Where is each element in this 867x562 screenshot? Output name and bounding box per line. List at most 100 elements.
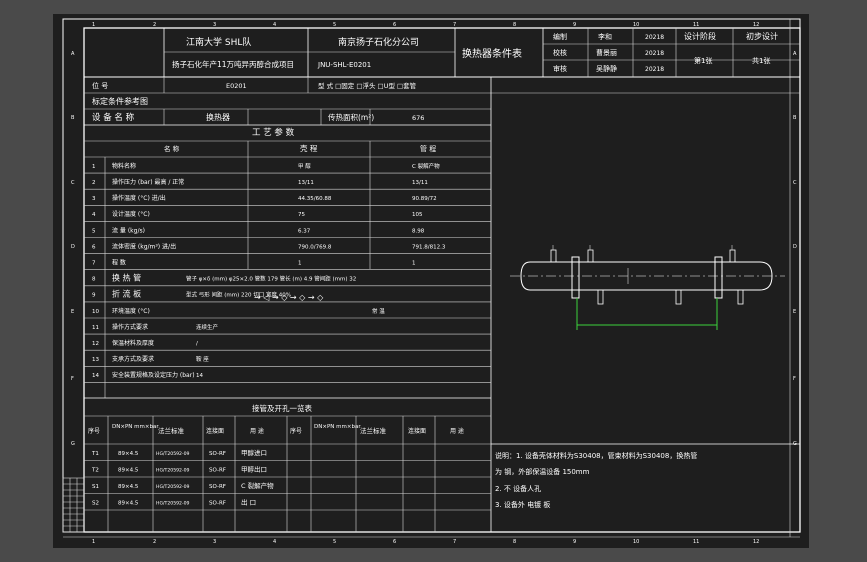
zone-number: 4	[273, 539, 276, 545]
row-number: 1	[92, 164, 96, 170]
nozzle-header: 连接面	[408, 427, 426, 435]
zone-number: 6	[393, 539, 396, 545]
zone-number: 3	[213, 22, 216, 28]
tube-side-value: 791.8/812.3	[412, 244, 446, 250]
row-number: 3	[92, 196, 96, 202]
stage-value: 初步设计	[746, 31, 778, 41]
nozzle-header: 用 途	[450, 427, 464, 435]
zone-letter: C	[71, 180, 75, 186]
tube-side-value: 105	[412, 212, 423, 218]
tube-side-value: 常 温	[372, 307, 385, 315]
zone-number: 7	[453, 539, 456, 545]
zone-number: 6	[393, 22, 396, 28]
row-number: 6	[92, 244, 96, 250]
zone-number: 5	[333, 539, 336, 545]
parameter-name: 设计温度 (°C)	[112, 210, 150, 218]
nozzle-header: 序号	[290, 427, 302, 435]
shell-side-value: 甲 醇	[298, 162, 311, 170]
nozzle-purpose: 出 口	[241, 497, 256, 506]
zone-number: 1	[92, 22, 95, 28]
parameter-name: 程 数	[112, 259, 126, 267]
nozzle-purpose: C 裂解产物	[241, 481, 274, 490]
zone-number: 2	[153, 539, 156, 545]
nozzle-header: DN×PN mm×bar	[112, 424, 159, 430]
zone-number: 7	[453, 22, 456, 28]
company-label: 南京扬子石化分公司	[338, 36, 419, 48]
zone-number: 5	[333, 22, 336, 28]
university-label: 江南大学 SHL队	[186, 36, 251, 48]
area-label: 传热面积(m²)	[328, 112, 374, 122]
zone-number: 11	[693, 22, 699, 28]
zone-number: 2	[153, 22, 156, 28]
zone-number: 3	[213, 539, 216, 545]
note-line: 3. 设备外 电镀 板	[495, 500, 550, 509]
nozzle-id: S2	[92, 500, 99, 506]
equipment-name-label: 设 备 名 称	[92, 112, 135, 123]
nozzle-face: SO-RF	[209, 467, 226, 473]
note-line: 说明：1. 设备壳体材料为S30408，管束材料为S30408，换热管	[495, 451, 697, 460]
nozzle-flange-standard: HG/T20592-09	[156, 467, 190, 473]
parameter-name: 支承方式及要求	[112, 355, 154, 363]
parameter-name: 保温材料及厚度	[112, 339, 154, 347]
shell-side-value: 连续生产	[196, 323, 219, 331]
nozzle-header: DN×PN mm×bar	[314, 424, 361, 430]
zone-letter: F	[793, 376, 796, 382]
parameter-name: 流体密度 (kg/m³) 进/出	[112, 242, 176, 250]
shell-side-value: 790.0/769.8	[298, 244, 332, 250]
zone-number: 11	[693, 539, 699, 545]
row-number: 9	[92, 293, 96, 299]
parameter-name: 操作温度 (°C) 进/出	[112, 194, 166, 202]
zone-number: 12	[753, 539, 759, 545]
role-label: 校核	[553, 48, 567, 57]
reference-label: 标定条件参考图	[92, 96, 148, 106]
shell-side-value: 44.35/60.88	[298, 196, 332, 202]
nozzle-dn-pn: 89×4.5	[118, 484, 139, 490]
parameter-name: 换 热 管	[112, 273, 141, 283]
nozzle-flange-standard: HG/T20592-09	[156, 500, 190, 506]
column-header: 壳 程	[300, 143, 318, 153]
nozzle-face: SO-RF	[209, 451, 226, 457]
zone-letter: B	[793, 115, 797, 121]
nozzle-id: S1	[92, 484, 99, 490]
sign-date: 20218	[645, 66, 664, 73]
row-number: 7	[92, 261, 96, 267]
sign-date: 20218	[645, 50, 664, 57]
zone-letter: A	[793, 51, 797, 57]
project-title: 扬子石化年产11万吨异丙醇合成项目	[172, 59, 294, 69]
zone-number: 12	[753, 22, 759, 28]
zone-number: 8	[513, 22, 516, 28]
shell-side-value: 6.37	[298, 228, 311, 234]
zone-letter: D	[793, 244, 797, 250]
parameter-name: 流 量 (kg/s)	[112, 226, 145, 234]
sign-date: 20218	[645, 34, 664, 41]
equipment-type: 型 式 □固定 □浮头 □U型 □套管	[318, 81, 417, 90]
nozzle-header: 连接面	[206, 427, 224, 435]
sheet-total: 共1张	[752, 56, 770, 65]
signer-name: 吴静静	[596, 64, 617, 73]
tube-side-value: 8.98	[412, 228, 425, 234]
parameter-name: 折 流 板	[112, 289, 141, 299]
nozzle-header: 用 途	[250, 427, 264, 435]
zone-number: 1	[92, 539, 95, 545]
nozzle-dn-pn: 89×4.5	[118, 500, 139, 506]
parameter-name: 操作压力 (bar) 最高 / 正常	[112, 178, 184, 186]
equipment-name-value: 换热器	[206, 112, 230, 122]
area-value: 676	[412, 114, 424, 122]
shell-side-value: 14	[196, 373, 203, 379]
nozzle-flange-standard: HG/T20592-09	[156, 484, 190, 490]
position-label: 位 号	[92, 81, 108, 90]
nozzle-header: 法兰标准	[360, 426, 387, 435]
shell-side-value: 管子 φ×δ (mm) φ25×2.0 管数 179 管长 (m) 4.9 管间…	[186, 275, 356, 283]
drawing-viewport[interactable]: { "colors": {"frame_background": "#1e1e1…	[0, 0, 867, 562]
row-number: 5	[92, 228, 96, 234]
zone-letter: F	[71, 376, 74, 382]
column-header: 名 称	[164, 144, 180, 153]
nozzle-flange-standard: HG/T20592-09	[156, 451, 190, 457]
shell-side-value: 13/11	[298, 180, 314, 186]
row-number: 2	[92, 180, 96, 186]
tube-side-value: C 裂解产物	[412, 162, 440, 170]
zone-number: 4	[273, 22, 276, 28]
note-line: 2. 不 设备人孔	[495, 484, 541, 493]
row-number: 14	[92, 373, 99, 379]
row-number: 10	[92, 309, 99, 315]
